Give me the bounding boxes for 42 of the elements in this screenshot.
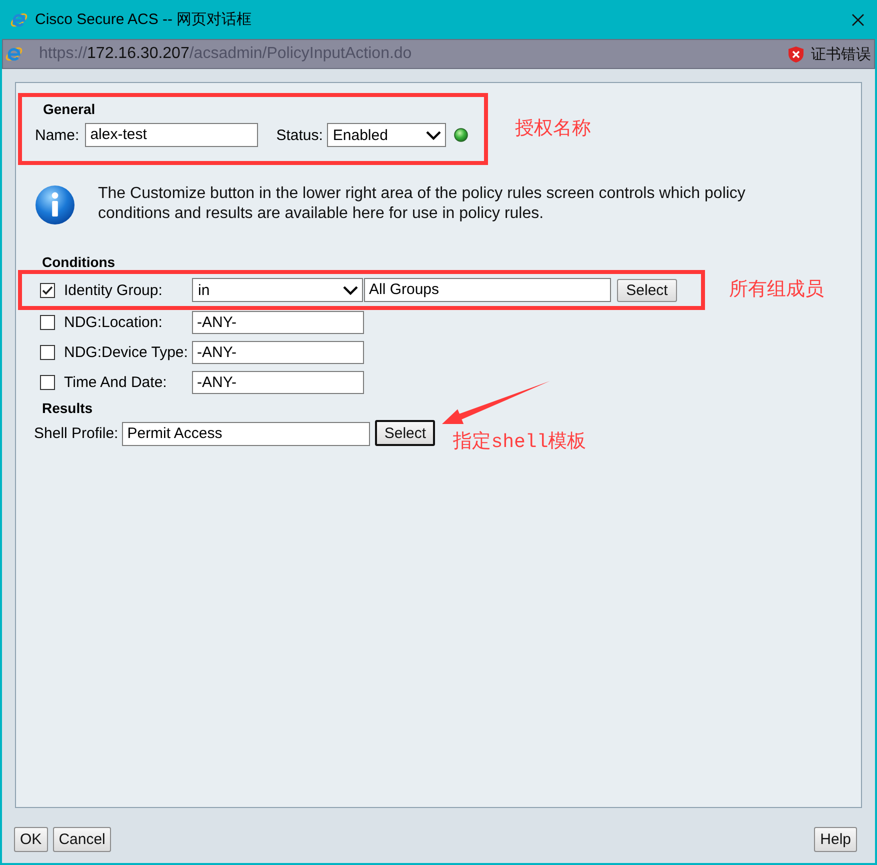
condition-label: Time And Date: bbox=[64, 374, 168, 390]
name-field[interactable]: alex-test bbox=[85, 123, 258, 147]
checkbox[interactable] bbox=[40, 344, 55, 360]
name-label: Name: bbox=[35, 126, 80, 144]
condition-value-field[interactable]: -ANY- bbox=[192, 340, 364, 364]
condition-label: NDG:Device Type: bbox=[64, 344, 189, 360]
checkbox[interactable] bbox=[40, 314, 55, 330]
section-heading: General bbox=[43, 100, 96, 118]
window-title: Cisco Secure ACS -- 网页对话框 bbox=[35, 10, 252, 29]
info-message: The Customize button in the lower right area of the policy rules screen controls which policy conditions and results are available here for use in policy rules. bbox=[98, 184, 746, 224]
footer-button[interactable]: Cancel bbox=[52, 827, 112, 852]
checkbox[interactable] bbox=[40, 374, 55, 390]
annotation-label: 所有组成员 bbox=[729, 279, 824, 301]
info-icon bbox=[35, 185, 75, 225]
select-button[interactable]: Select bbox=[375, 420, 436, 446]
browser-icon bbox=[5, 45, 23, 63]
condition-value-field[interactable]: -ANY- bbox=[192, 370, 364, 394]
condition-value-field[interactable]: -ANY- bbox=[192, 310, 364, 334]
chevron-down-icon bbox=[343, 286, 358, 294]
error-shield-icon bbox=[788, 46, 804, 62]
operator-dropdown[interactable]: in bbox=[192, 278, 363, 302]
certificate-error-link[interactable]: 证书错误 bbox=[811, 44, 871, 64]
browser-icon bbox=[10, 10, 28, 28]
checkmark-icon bbox=[42, 286, 53, 294]
select-button[interactable]: Select bbox=[617, 278, 677, 302]
shell-profile-label: Shell Profile: bbox=[34, 424, 118, 444]
annotation-label: 指定shell模板 bbox=[453, 431, 586, 453]
annotation-label: 授权名称 bbox=[515, 118, 591, 140]
condition-label: NDG:Location: bbox=[64, 314, 164, 330]
condition-label: Identity Group: bbox=[64, 282, 164, 298]
close-icon[interactable] bbox=[852, 14, 864, 26]
section-heading: Conditions bbox=[42, 254, 116, 270]
checkbox[interactable] bbox=[40, 282, 55, 298]
condition-value-field[interactable]: All Groups bbox=[364, 278, 611, 302]
section-heading: Results bbox=[42, 400, 94, 416]
shell-profile-field[interactable]: Permit Access bbox=[122, 422, 370, 446]
footer-button[interactable]: Help bbox=[814, 827, 857, 852]
url-text: https://172.16.30.207/acsadmin/PolicyInputAction.do bbox=[39, 45, 412, 63]
status-dropdown[interactable]: Enabled bbox=[326, 123, 446, 147]
footer-button[interactable]: OK bbox=[14, 827, 48, 852]
status-label: Status: bbox=[276, 126, 323, 144]
chevron-down-icon bbox=[426, 130, 441, 140]
